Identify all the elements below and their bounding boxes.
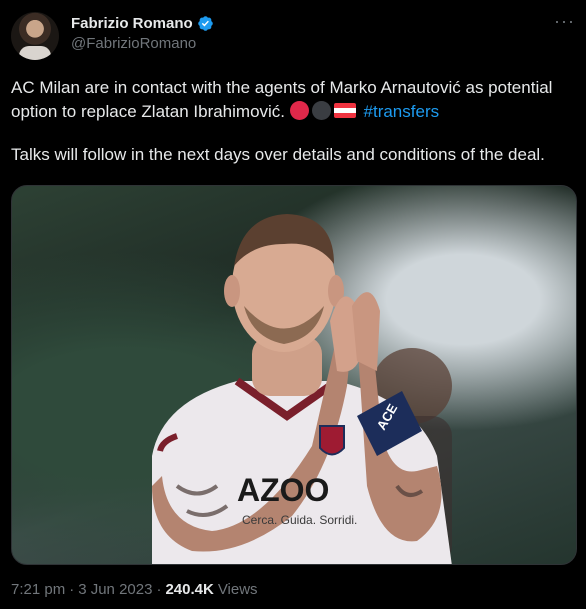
verified-badge-icon[interactable] xyxy=(197,15,214,32)
display-name[interactable]: Fabrizio Romano xyxy=(71,15,193,32)
tweet-photo[interactable]: ACE AZOO Cerca. Guida. Sorridi. xyxy=(11,185,577,565)
views-count[interactable]: 240.4K xyxy=(165,581,213,598)
tweet-date[interactable]: 3 Jun 2023 xyxy=(78,581,152,598)
separator-dot: · xyxy=(156,581,162,598)
tweet-text: AC Milan are in contact with the agents … xyxy=(11,76,577,167)
hashtag-link[interactable]: #transfers xyxy=(364,102,440,121)
avatar[interactable] xyxy=(11,12,59,60)
tweet-meta: 7:21 pm · 3 Jun 2023 · 240.4K Views xyxy=(11,581,258,598)
shirt-sponsor: AZOO xyxy=(237,472,329,508)
shirt-slogan: Cerca. Guida. Sorridi. xyxy=(242,513,357,527)
photo-illustration: ACE AZOO Cerca. Guida. Sorridi. xyxy=(152,214,452,564)
red-circle-emoji-icon xyxy=(289,101,309,120)
author-handle[interactable]: @FabrizioRomano xyxy=(71,35,214,52)
views-label: Views xyxy=(217,581,258,598)
tweet-header: Fabrizio Romano @FabrizioRomano ··· xyxy=(11,12,575,64)
tweet-paragraph-1: AC Milan are in contact with the agents … xyxy=(11,76,577,124)
tweet-line-1: AC Milan are in contact with the agents … xyxy=(11,78,553,121)
austria-flag-emoji-icon xyxy=(333,103,356,118)
black-circle-emoji-icon xyxy=(311,101,331,120)
author-info: Fabrizio Romano @FabrizioRomano xyxy=(71,15,214,52)
more-options-icon[interactable]: ··· xyxy=(554,12,575,30)
tweet-paragraph-2: Talks will follow in the next days over … xyxy=(11,145,545,164)
separator-dot: · xyxy=(69,581,75,598)
tweet-time[interactable]: 7:21 pm xyxy=(11,581,65,598)
name-row: Fabrizio Romano xyxy=(71,15,214,32)
